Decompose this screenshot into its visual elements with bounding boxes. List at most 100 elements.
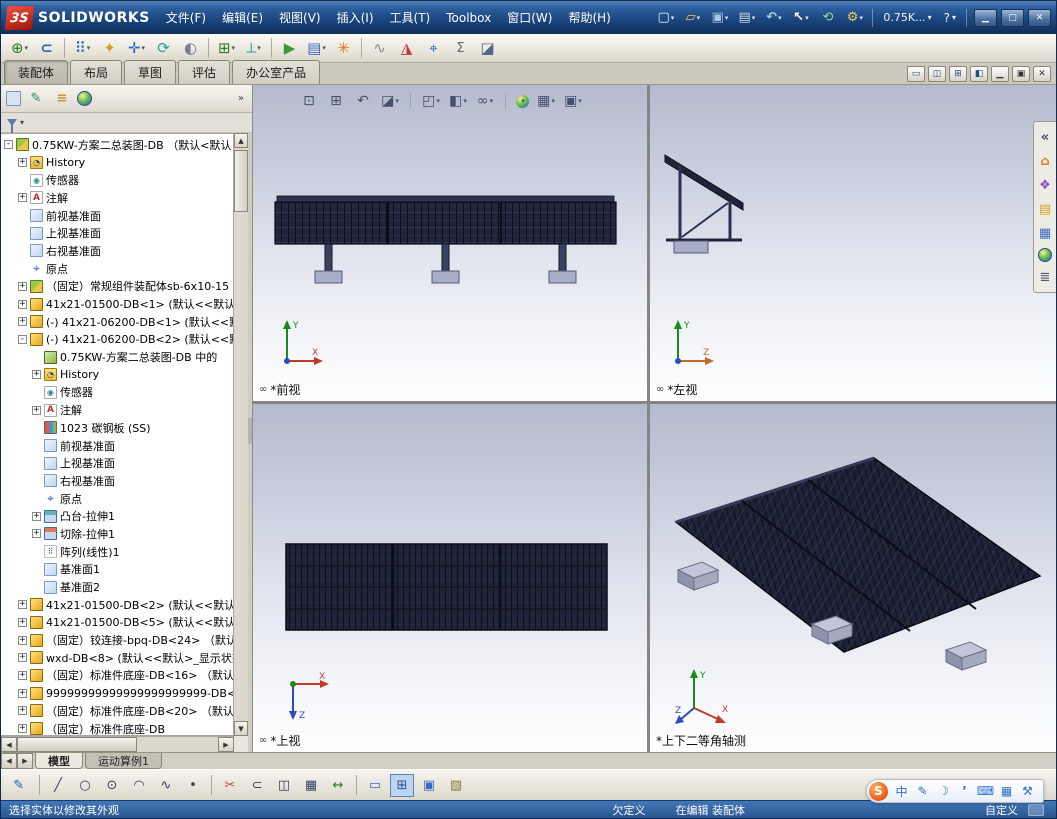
certificate-icon[interactable] — [444, 774, 468, 797]
undo-icon[interactable] — [761, 7, 786, 28]
tree-item[interactable]: +41x21-01500-DB<5> (默认<<默认>_ — [1, 614, 233, 632]
select-icon[interactable] — [788, 7, 813, 28]
tree-item[interactable]: 右视基准面 — [1, 242, 233, 260]
reference-geometry-icon[interactable] — [241, 36, 266, 60]
collapse-icon[interactable] — [1036, 128, 1054, 146]
menu-item[interactable]: 文件(F) — [158, 5, 214, 30]
interference-detection-icon[interactable] — [394, 36, 419, 60]
tree-item[interactable]: + 注解 — [1, 189, 233, 207]
mate-icon[interactable] — [34, 36, 59, 60]
print-icon[interactable] — [734, 7, 759, 28]
tree-item[interactable]: + History — [1, 154, 233, 172]
command-tab[interactable]: 装配体 — [4, 60, 69, 84]
tree-item[interactable]: + （固定）常规组件装配体sb-6x10-15 — [1, 278, 233, 296]
section-properties-icon[interactable] — [475, 36, 500, 60]
tree-item[interactable]: 阵列(线性)1 — [1, 543, 233, 561]
sketch-icon[interactable] — [9, 774, 33, 797]
expand-toggle[interactable]: + — [18, 617, 27, 627]
explode-line-sketch-icon[interactable] — [367, 36, 392, 60]
mass-properties-icon[interactable] — [448, 36, 473, 60]
view-settings-icon[interactable] — [563, 92, 583, 110]
four-viewport-icon[interactable] — [390, 773, 414, 797]
panel-splitter[interactable] — [248, 133, 252, 752]
menu-item[interactable]: Toolbox — [438, 7, 499, 29]
rotate-component-icon[interactable] — [151, 36, 176, 60]
menu-item[interactable]: 插入(I) — [329, 5, 382, 30]
minimize-icon[interactable] — [991, 66, 1009, 82]
tab-scroll-left-button[interactable]: ◀ — [1, 753, 17, 769]
close-button[interactable]: ✕ — [1028, 8, 1051, 27]
help-button[interactable]: ? ▾ — [939, 9, 961, 27]
viewport-top[interactable]: X Z *上视 — [253, 404, 647, 752]
custom-status-button[interactable]: 自定义 — [985, 802, 1018, 818]
model-tab[interactable]: 运动算例1 — [85, 753, 162, 769]
punctuation-icon[interactable] — [957, 784, 972, 798]
toolbox-icon[interactable] — [999, 784, 1014, 798]
menu-item[interactable]: 窗口(W) — [499, 5, 560, 30]
save-icon[interactable] — [707, 7, 732, 28]
featuremanager-tab[interactable] — [6, 91, 21, 106]
rebuild-icon[interactable] — [815, 7, 840, 28]
expand-toggle[interactable]: - — [18, 334, 27, 344]
open-icon[interactable] — [680, 7, 705, 28]
tree-item[interactable]: 传感器 — [1, 171, 233, 189]
options-icon[interactable] — [842, 7, 867, 28]
tree-item[interactable]: + （固定）标准件底座-DB — [1, 720, 233, 735]
tree-item[interactable]: + 注解 — [1, 401, 233, 419]
assembly-features-icon[interactable] — [214, 36, 239, 60]
command-tab[interactable]: 办公室产品 — [232, 60, 321, 84]
point-icon[interactable] — [181, 774, 205, 797]
exploded-view-icon[interactable] — [331, 36, 356, 60]
expand-toggle[interactable]: - — [4, 140, 13, 150]
design-library-icon[interactable] — [1036, 176, 1054, 194]
expand-toggle[interactable]: + — [18, 281, 27, 291]
tree-item[interactable]: + wxd-DB<8> (默认<<默认>_显示状态 — [1, 649, 233, 667]
moon-icon[interactable] — [936, 784, 951, 798]
expand-toggle[interactable]: + — [18, 653, 27, 663]
tree-item[interactable]: - 0.75KW-方案二总装图-DB （默认<默认 — [1, 136, 233, 154]
scroll-right-button[interactable]: ▶ — [218, 737, 234, 752]
menu-item[interactable]: 视图(V) — [271, 5, 329, 30]
viewport-single-icon[interactable] — [907, 66, 925, 82]
hide-items-icon[interactable] — [475, 92, 495, 110]
expand-toggle[interactable]: + — [18, 600, 27, 610]
show-hidden-components-icon[interactable] — [178, 36, 203, 60]
close-icon[interactable] — [1033, 66, 1051, 82]
apply-scene-icon[interactable] — [536, 92, 556, 110]
pen-icon[interactable] — [915, 784, 930, 798]
linear-sketch-pattern-icon[interactable] — [299, 774, 323, 797]
expand-toggle[interactable]: + — [18, 706, 27, 716]
tree-item[interactable]: + History — [1, 366, 233, 384]
viewport-split-icon[interactable] — [970, 66, 988, 82]
restore-icon[interactable] — [1012, 66, 1030, 82]
expand-toggle[interactable]: + — [32, 529, 41, 539]
wrench-icon[interactable] — [1020, 784, 1035, 798]
tab-scroll-right-button[interactable]: ▶ — [17, 753, 33, 769]
tree-horizontal-scrollbar[interactable]: ◀ ▶ — [1, 736, 234, 752]
tree-item[interactable]: 原点 — [1, 490, 233, 508]
viewport-four-icon[interactable] — [949, 66, 967, 82]
menu-item[interactable]: 编辑(E) — [214, 5, 271, 30]
tree-item[interactable]: 上视基准面 — [1, 454, 233, 472]
bill-of-materials-icon[interactable] — [304, 36, 329, 60]
sogou-logo-icon[interactable]: S — [869, 781, 888, 801]
scroll-thumb[interactable] — [234, 150, 248, 212]
command-tab[interactable]: 布局 — [70, 60, 123, 84]
command-tab[interactable]: 草图 — [124, 60, 177, 84]
menu-item[interactable]: 工具(T) — [382, 5, 439, 30]
circle-icon[interactable] — [73, 774, 97, 797]
tree-item[interactable]: - (-) 41x21-06200-DB<2> (默认<<默 — [1, 331, 233, 349]
minimize-button[interactable]: ▁ — [974, 8, 997, 27]
chinese-mode-icon[interactable] — [894, 783, 909, 800]
expand-toggle[interactable]: + — [32, 405, 41, 415]
scroll-down-button[interactable]: ▼ — [234, 721, 248, 736]
tree-item[interactable]: 基准面2 — [1, 578, 233, 596]
zoom-area-icon[interactable] — [326, 92, 346, 110]
panel-overflow-chevron[interactable]: » — [238, 93, 247, 104]
linear-component-pattern-icon[interactable] — [70, 36, 95, 60]
link-views-icon[interactable] — [417, 774, 441, 797]
tree-item[interactable]: + 切除-拉伸1 — [1, 525, 233, 543]
splitter-grip[interactable] — [248, 417, 252, 444]
expand-toggle[interactable]: + — [18, 635, 27, 645]
configurationmanager-tab[interactable] — [51, 88, 73, 109]
